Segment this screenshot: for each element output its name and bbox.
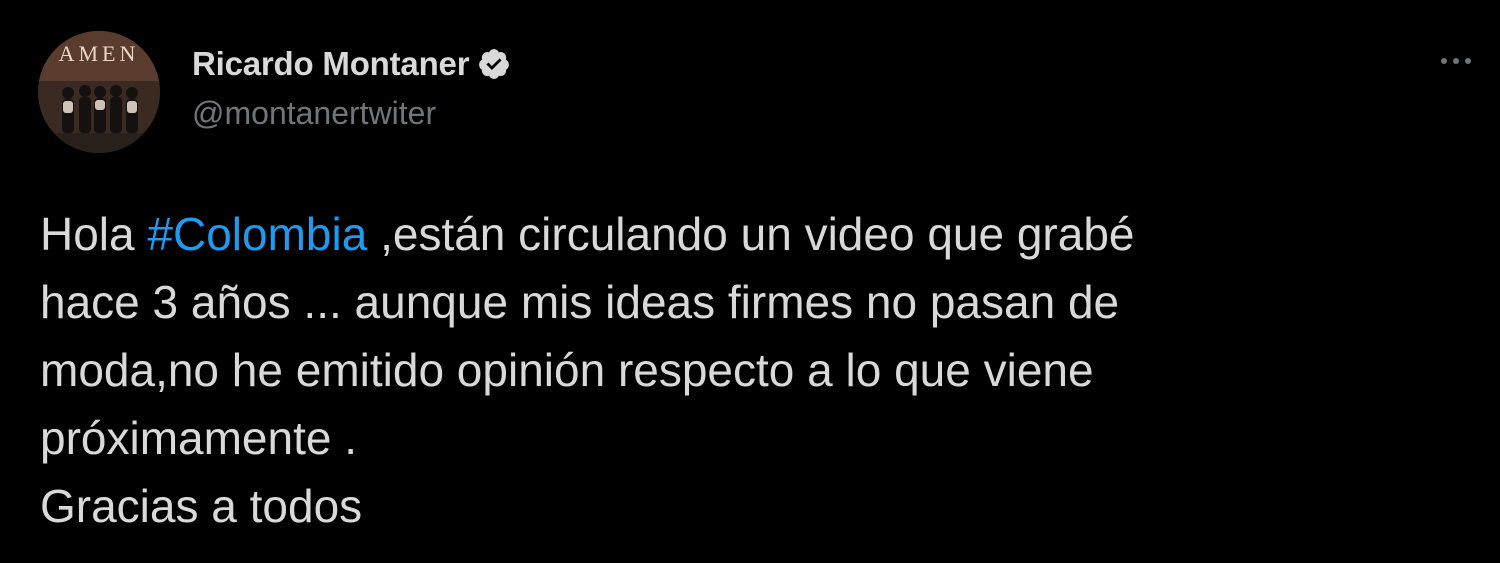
tweet-line-5: Gracias a todos (40, 480, 363, 532)
tweet-line-3: moda,no he emitido opinión respecto a lo… (40, 344, 1094, 396)
tweet-text-segment: Hola (40, 208, 148, 260)
author-avatar[interactable]: AMEN (38, 31, 160, 153)
hashtag-link[interactable]: #Colombia (147, 208, 367, 260)
author-handle[interactable]: @montanertwiter (192, 95, 436, 132)
verified-badge-icon (477, 47, 511, 81)
avatar-photo: AMEN (38, 31, 160, 153)
tweet-line-4: próximamente . (40, 412, 358, 464)
tweet-line-2: hace 3 años ... aunque mis ideas firmes … (40, 276, 1120, 328)
tweet-text: Hola #Colombia ,están circulando un vide… (40, 200, 1470, 540)
tweet-line-1: Hola #Colombia ,están circulando un vide… (40, 200, 1470, 268)
svg-text:AMEN: AMEN (59, 41, 140, 66)
author-display-name[interactable]: Ricardo Montaner (192, 45, 470, 83)
tweet-card: AMEN Ricardo Montaner @montanertwiter Ho… (0, 0, 1500, 563)
more-options-icon[interactable] (1436, 46, 1476, 76)
tweet-text-segment: ,están circulando un video que grabé (367, 208, 1135, 260)
author-name-row: Ricardo Montaner (192, 42, 511, 86)
